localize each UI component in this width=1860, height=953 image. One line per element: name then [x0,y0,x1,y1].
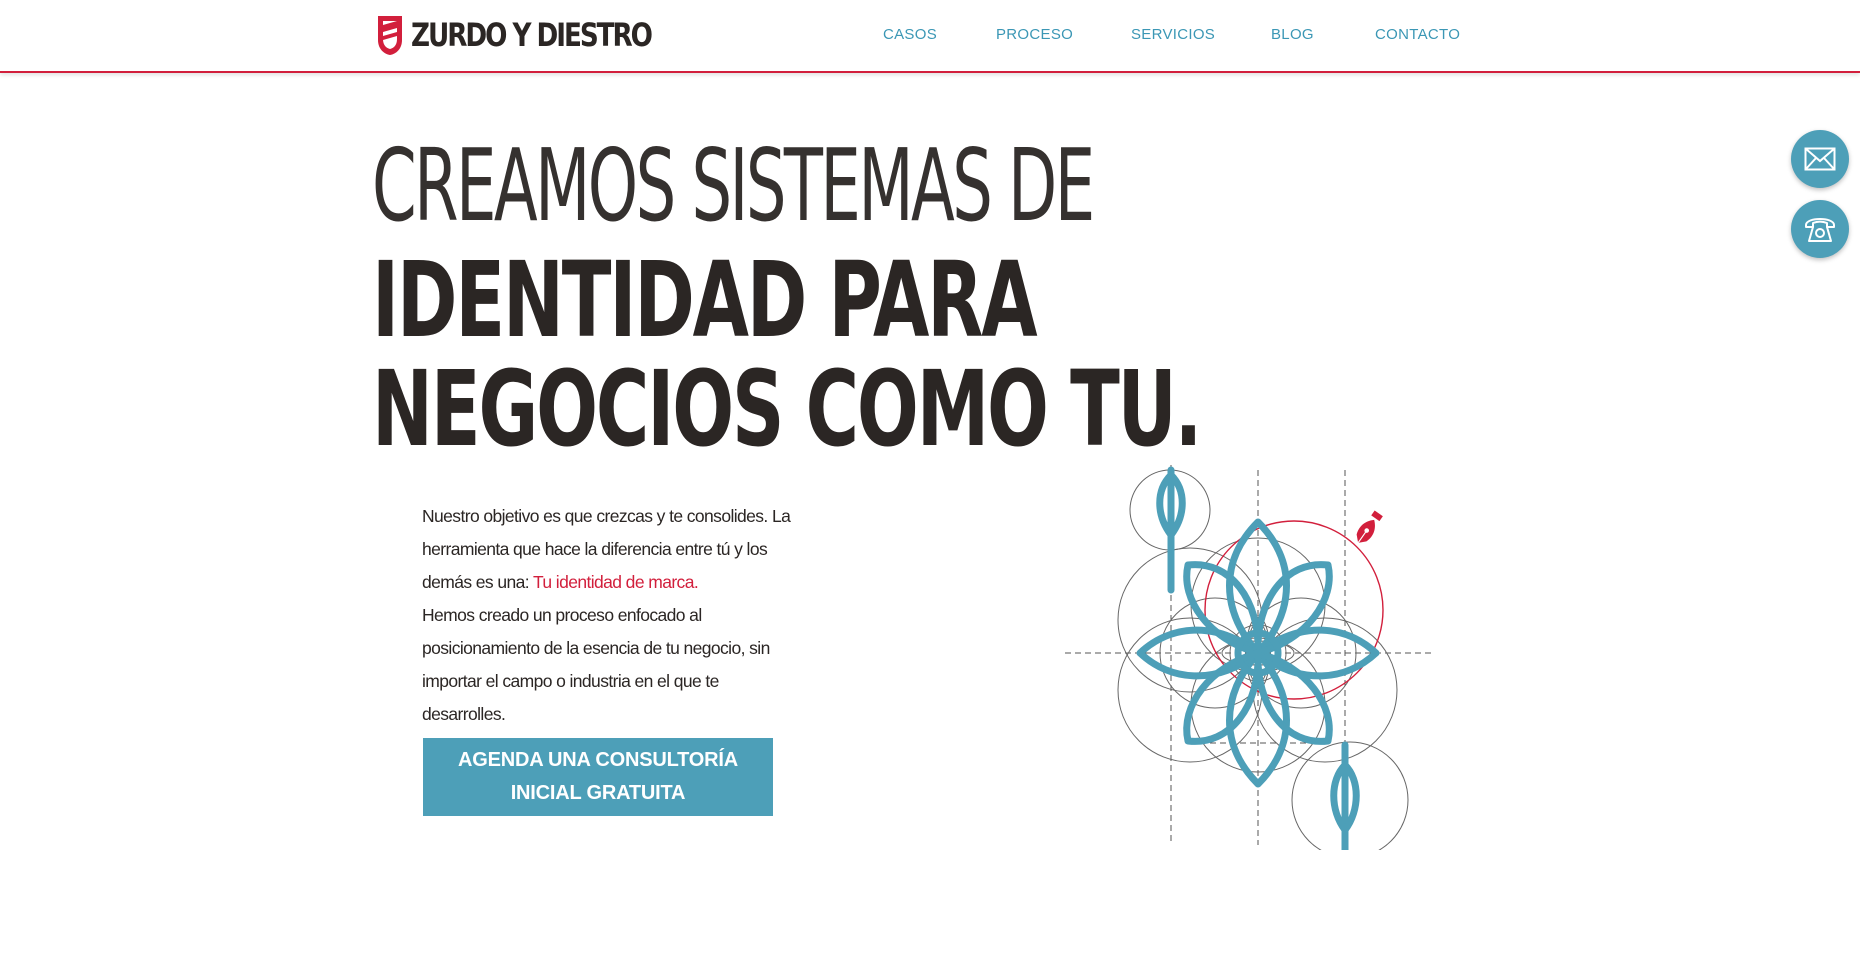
intro-paragraph-2: Hemos creado un proceso enfocado al posi… [422,605,770,724]
envelope-icon [1804,147,1836,171]
cta-line-2: INICIAL GRATUITA [510,782,686,804]
intro-highlight: Tu identidad de marca. [532,572,699,592]
nav-item-servicios[interactable]: SERVICIOS [1131,26,1215,43]
main-nav: CASOS PROCESO SERVICIOS BLOG CONTACTO [0,26,1860,46]
intro-paragraph-1: Nuestro objetivo es que crezcas y te con… [422,500,794,599]
nav-item-casos[interactable]: CASOS [883,26,937,43]
hero-headline-bold-2: NEGOCIOS COMO TU. [372,348,1202,470]
free-consultation-button[interactable]: AGENDA UNA CONSULTORÍA INICIAL GRATUITA [423,738,773,816]
page: ZURDO Y DIESTRO CASOS PROCESO SERVICIOS … [0,0,1860,953]
nav-item-proceso[interactable]: PROCESO [996,26,1073,43]
hero-headline-light: CREAMOS SISTEMAS DE [372,127,1095,244]
hero-headline-bold-1: IDENTIDAD PARA [372,239,1038,361]
cta-line-1: AGENDA UNA CONSULTORÍA [457,749,739,771]
site-header: ZURDO Y DIESTRO CASOS PROCESO SERVICIOS … [0,0,1860,73]
phone-contact-button[interactable] [1791,200,1849,258]
nav-item-blog[interactable]: BLOG [1271,26,1314,43]
intro-text: Nuestro objetivo es que crezcas y te con… [422,500,794,731]
phone-icon [1805,218,1835,242]
identity-construction-illustration [1065,465,1435,850]
nav-item-contacto[interactable]: CONTACTO [1375,26,1460,43]
email-contact-button[interactable] [1791,130,1849,188]
pen-nib-icon [1356,510,1383,544]
